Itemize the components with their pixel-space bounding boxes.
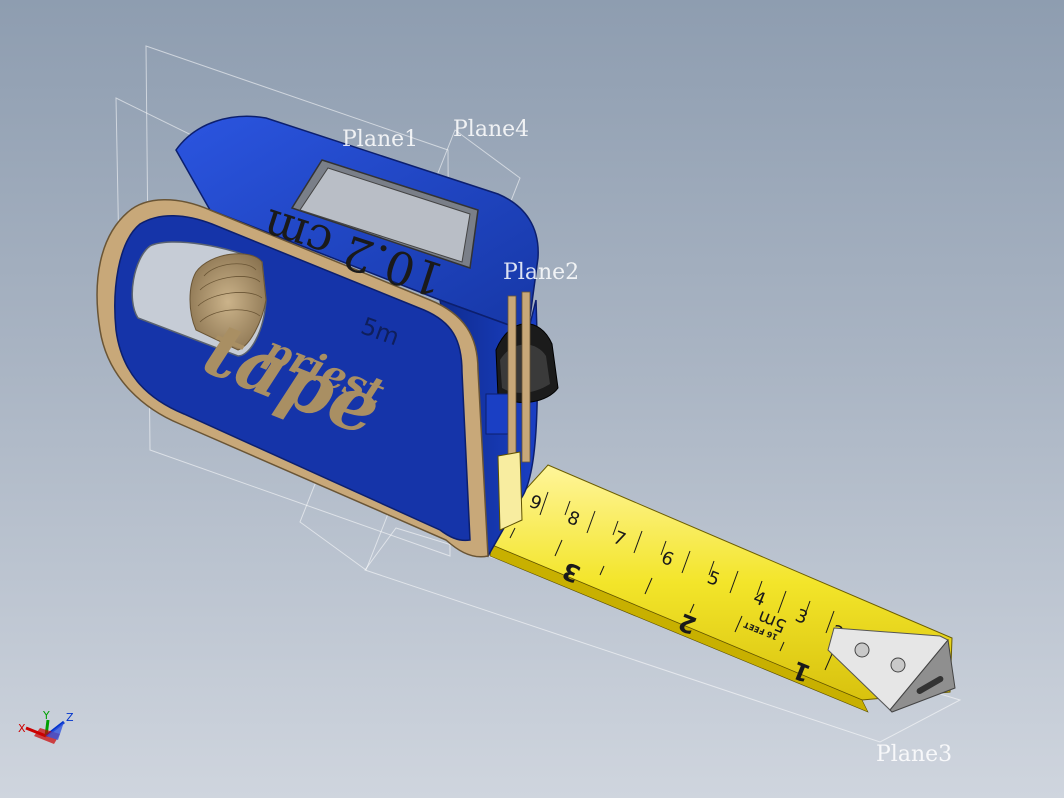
plane3-label[interactable]: Plane3 — [876, 742, 952, 767]
tape-exit-slot — [497, 451, 523, 531]
tape-case[interactable]: 10.2 cm 5m priest tape — [96, 115, 559, 558]
plane1-label[interactable]: Plane1 — [342, 127, 418, 152]
plane4-label[interactable]: Plane4 — [453, 117, 529, 142]
model-scene[interactable]: 9 8 7 6 5 4 3 2 3 2 1 5m 16 FEET — [0, 0, 1064, 798]
coordinate-triad: X Y Z — [18, 709, 74, 744]
plane2-label[interactable]: Plane2 — [503, 260, 579, 285]
triad-x-label: X — [18, 722, 26, 735]
triad-z-label: Z — [66, 711, 74, 724]
triad-y-label: Y — [42, 709, 50, 722]
graphics-viewport[interactable]: 9 8 7 6 5 4 3 2 3 2 1 5m 16 FEET — [0, 0, 1064, 798]
tape-blade[interactable]: 9 8 7 6 5 4 3 2 3 2 1 5m 16 FEET — [489, 464, 956, 713]
